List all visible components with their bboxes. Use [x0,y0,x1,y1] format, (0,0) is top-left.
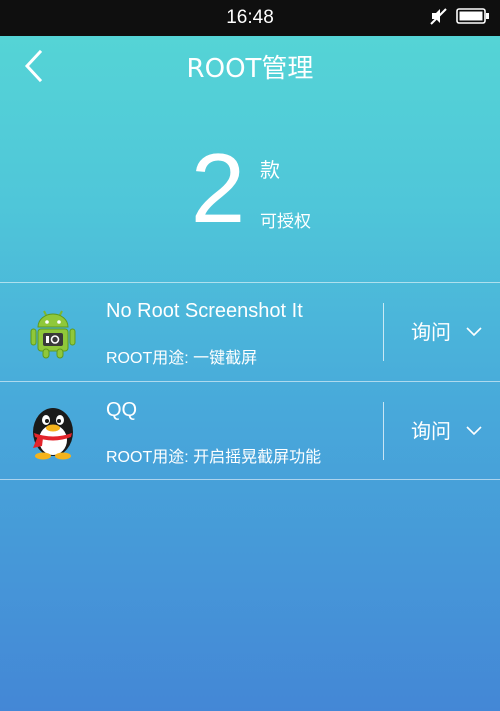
page-title: ROOT管理 [186,54,314,84]
count-label: 可授权 [260,212,311,232]
status-time: 16:48 [226,7,274,28]
android-screenshot-icon [24,303,82,361]
purpose-prefix: ROOT用途: [106,449,194,466]
qq-penguin-icon [24,402,82,460]
permission-value: 询问 [411,419,451,443]
status-bar: 16:48 [0,0,500,36]
purpose-prefix: ROOT用途: [106,350,194,367]
app-name: No Root Screenshot It [106,300,303,322]
divider [0,479,500,480]
permission-dropdown[interactable]: 询问 [396,311,492,353]
chevron-down-icon [465,324,483,338]
nav-bar: ROOT管理 [0,36,500,102]
battery-icon [456,7,490,29]
authorizable-summary: 2 款 可授权 [0,136,500,246]
app-name: QQ [106,399,138,421]
count-unit: 款 [260,158,280,182]
app-row[interactable]: QQ ROOT用途: 开启摇晃截屏功能 询问 [0,382,500,480]
row-divider [383,402,384,460]
authorizable-count: 2 [190,133,246,243]
purpose-text: 开启摇晃截屏功能 [193,447,322,466]
app-root-purpose: ROOT用途: 开启摇晃截屏功能 [106,443,321,467]
permission-dropdown[interactable]: 询问 [396,410,492,452]
purpose-text: 一键截屏 [193,348,258,367]
permission-value: 询问 [411,320,451,344]
status-icons [428,8,490,28]
app-root-purpose: ROOT用途: 一键截屏 [106,344,257,368]
root-management-screen: ROOT管理 2 款 可授权 No Root Screenshot It ROO… [0,36,500,711]
muted-icon [428,6,448,30]
row-divider [383,303,384,361]
chevron-down-icon [465,423,483,437]
app-row[interactable]: No Root Screenshot It ROOT用途: 一键截屏 询问 [0,283,500,381]
